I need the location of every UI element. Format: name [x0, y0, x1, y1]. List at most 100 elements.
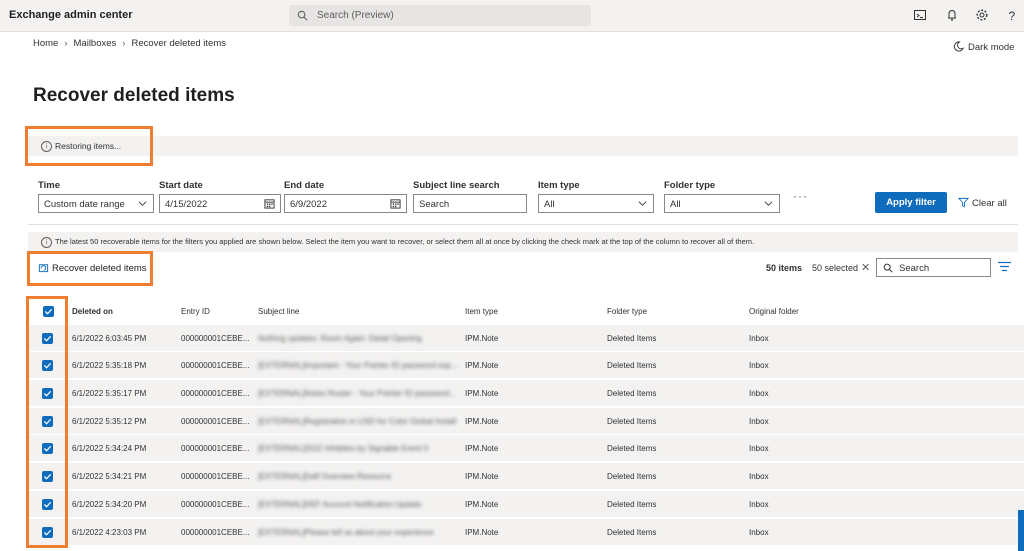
info-icon: i [41, 237, 52, 248]
cell-subject: [EXTERNAL]Please tell us about your expe… [258, 528, 434, 537]
selected-count: 50 selected [812, 263, 859, 273]
clear-all-button[interactable]: Clear all [957, 197, 1007, 209]
col-deleted-on[interactable]: Deleted on [72, 307, 113, 316]
col-original-folder[interactable]: Original folder [749, 307, 799, 316]
calendar-icon[interactable] [390, 198, 401, 209]
item-type-value: All [544, 199, 555, 210]
gear-icon[interactable] [975, 8, 989, 22]
highlight-checkbox-column [26, 296, 68, 548]
svg-text:?: ? [1009, 9, 1016, 22]
cell-subject: [EXTERNAL]Daff Overview Resource [258, 472, 392, 481]
cell-original-folder: Inbox [749, 361, 769, 370]
cell-folder-type: Deleted Items [607, 528, 657, 537]
cell-folder-type: Deleted Items [607, 444, 657, 453]
end-date-picker[interactable]: 6/9/2022 [284, 194, 407, 213]
cell-item-type: IPM.Note [465, 334, 499, 343]
table-search-placeholder: Search [899, 263, 930, 274]
col-entry-id[interactable]: Entry ID [181, 307, 210, 316]
table-row[interactable]: 6/1/2022 6:03:45 PM 000000001CEBE... Not… [29, 325, 1024, 352]
table-row[interactable]: 6/1/2022 5:35:12 PM 000000001CEBE... [EX… [29, 408, 1024, 435]
cell-deleted-on: 6/1/2022 6:03:45 PM [72, 334, 147, 343]
folder-type-dropdown[interactable]: All [664, 194, 780, 213]
cell-subject: [EXTERNAL]Registration in USD for Color … [258, 417, 457, 426]
cell-subject: [EXTERNAL]Important - Your Pointer ID pa… [258, 361, 458, 370]
table-row[interactable]: 6/1/2022 5:35:18 PM 000000001CEBE... [EX… [29, 352, 1024, 379]
cell-original-folder: Inbox [749, 417, 769, 426]
help-icon[interactable]: ? [1005, 8, 1019, 23]
cell-entry-id: 000000001CEBE... [181, 500, 250, 509]
cell-deleted-on: 6/1/2022 4:23:03 PM [72, 528, 147, 537]
cell-item-type: IPM.Note [465, 389, 499, 398]
search-icon [297, 10, 308, 21]
chevron-down-icon [638, 201, 647, 206]
clear-selection-icon[interactable]: ✕ [861, 261, 870, 274]
table-row[interactable]: 6/1/2022 5:34:21 PM 000000001CEBE... [EX… [29, 463, 1024, 490]
bell-icon[interactable] [945, 8, 959, 22]
end-date-label: End date [284, 180, 325, 191]
cell-folder-type: Deleted Items [607, 472, 657, 481]
subject-search-input[interactable]: Search [413, 194, 527, 213]
top-bar: Exchange admin center Search (Preview) ? [0, 0, 1024, 32]
time-label: Time [38, 180, 61, 191]
table-search-input[interactable]: Search [876, 258, 991, 277]
cell-item-type: IPM.Note [465, 528, 499, 537]
apply-filter-button[interactable]: Apply filter [875, 192, 947, 213]
status-bar: i Restoring items... [28, 136, 1018, 156]
moon-icon [953, 41, 965, 52]
filter-lines-icon[interactable] [998, 261, 1011, 272]
col-item-type[interactable]: Item type [465, 307, 498, 316]
start-date-value: 4/15/2022 [165, 199, 208, 210]
end-date-value: 6/9/2022 [290, 199, 327, 210]
cell-original-folder: Inbox [749, 389, 769, 398]
cell-original-folder: Inbox [749, 472, 769, 481]
global-search-input[interactable]: Search (Preview) [289, 5, 591, 26]
start-date-picker[interactable]: 4/15/2022 [159, 194, 281, 213]
cell-folder-type: Deleted Items [607, 389, 657, 398]
app-title[interactable]: Exchange admin center [9, 9, 133, 21]
highlight-restoring [25, 126, 153, 166]
highlight-recover-button [27, 251, 153, 286]
cell-original-folder: Inbox [749, 444, 769, 453]
subject-label: Subject line search [413, 180, 500, 191]
more-options-button[interactable]: ··· [793, 189, 808, 203]
cell-entry-id: 000000001CEBE... [181, 417, 250, 426]
dark-mode-label: Dark mode [968, 42, 1015, 53]
chevron-down-icon [764, 201, 773, 206]
chevron-right-icon: › [64, 38, 68, 49]
cell-original-folder: Inbox [749, 528, 769, 537]
breadcrumb-current: Recover deleted items [131, 38, 226, 49]
dark-mode-toggle[interactable]: Dark mode [953, 41, 1014, 53]
start-date-label: Start date [159, 180, 203, 191]
cell-deleted-on: 6/1/2022 5:34:21 PM [72, 472, 147, 481]
item-type-label: Item type [538, 180, 580, 191]
scroll-edge[interactable] [1018, 510, 1024, 551]
breadcrumb-home[interactable]: Home [33, 38, 58, 49]
folder-type-value: All [670, 199, 681, 210]
cell-deleted-on: 6/1/2022 5:35:12 PM [72, 417, 147, 426]
time-value: Custom date range [44, 199, 125, 210]
cell-entry-id: 000000001CEBE... [181, 361, 250, 370]
cell-subject: [EXTERNAL]DEF Account Notification Updat… [258, 500, 422, 509]
table-row[interactable]: 6/1/2022 5:35:17 PM 000000001CEBE... [EX… [29, 380, 1024, 407]
cell-deleted-on: 6/1/2022 5:35:18 PM [72, 361, 147, 370]
cell-folder-type: Deleted Items [607, 361, 657, 370]
col-folder-type[interactable]: Folder type [607, 307, 647, 316]
cell-subject: [EXTERNAL]2022 Infobites by Signable Eve… [258, 444, 429, 453]
calendar-icon[interactable] [264, 198, 275, 209]
cell-folder-type: Deleted Items [607, 417, 657, 426]
cell-entry-id: 000000001CEBE... [181, 528, 250, 537]
items-count: 50 items [766, 263, 803, 273]
cell-subject: Nothing updates: Room Again: Detail Open… [258, 334, 422, 343]
breadcrumb-mailboxes[interactable]: Mailboxes [74, 38, 117, 49]
cell-item-type: IPM.Note [465, 500, 499, 509]
cell-folder-type: Deleted Items [607, 334, 657, 343]
terminal-icon[interactable] [913, 8, 927, 22]
item-type-dropdown[interactable]: All [538, 194, 654, 213]
time-dropdown[interactable]: Custom date range [38, 194, 154, 213]
table-row[interactable]: 6/1/2022 4:23:03 PM 000000001CEBE... [EX… [29, 519, 1024, 546]
table-row[interactable]: 6/1/2022 5:34:20 PM 000000001CEBE... [EX… [29, 491, 1024, 518]
cell-entry-id: 000000001CEBE... [181, 389, 250, 398]
col-subject-line[interactable]: Subject line [258, 307, 299, 316]
table-row[interactable]: 6/1/2022 5:34:24 PM 000000001CEBE... [EX… [29, 435, 1024, 462]
cell-deleted-on: 6/1/2022 5:34:24 PM [72, 444, 147, 453]
